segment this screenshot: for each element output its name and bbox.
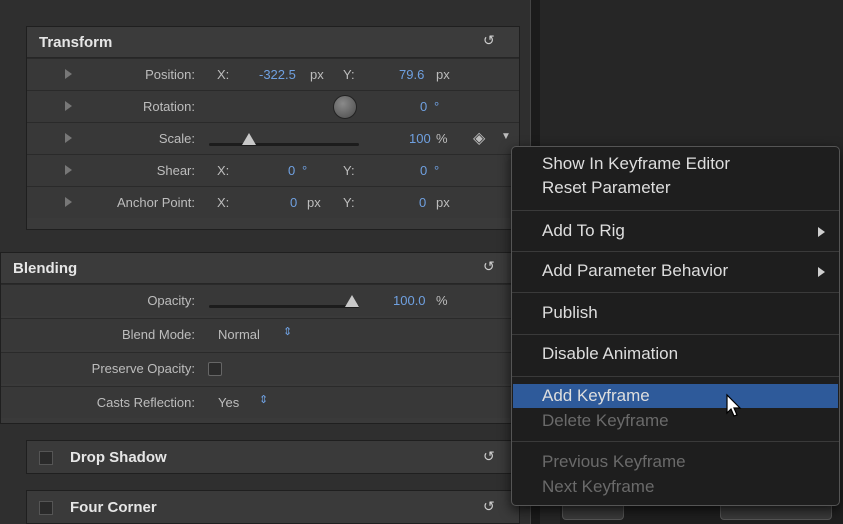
- x-label: X:: [217, 67, 230, 82]
- blend-mode-row: Blend Mode: Normal ⇕: [1, 318, 519, 350]
- anchor-x-value[interactable]: 0: [290, 195, 297, 210]
- blend-mode-label: Blend Mode:: [122, 327, 195, 342]
- reset-icon[interactable]: ↺: [483, 449, 497, 463]
- drop-shadow-section[interactable]: Drop Shadow ↺: [26, 440, 520, 474]
- y-label: Y:: [343, 163, 355, 178]
- stepper-icon[interactable]: ⇕: [259, 393, 268, 406]
- section-title: Drop Shadow: [70, 449, 167, 466]
- disclosure-triangle-icon[interactable]: [65, 133, 72, 143]
- blend-mode-value[interactable]: Normal: [218, 327, 260, 342]
- position-label: Position:: [145, 67, 195, 82]
- disclosure-triangle-icon[interactable]: [65, 101, 72, 111]
- parameter-context-menu: Show In Keyframe Editor Reset Parameter …: [511, 146, 840, 506]
- menu-separator: [512, 251, 839, 252]
- degree-unit: °: [434, 99, 440, 114]
- menu-separator: [512, 210, 839, 211]
- transform-section: Transform ↺ Position: X: -322.5 px Y: 79…: [26, 26, 520, 230]
- percent-unit: %: [436, 131, 448, 146]
- stepper-icon[interactable]: ⇕: [283, 325, 292, 338]
- unit: px: [307, 195, 321, 210]
- casts-reflection-label: Casts Reflection:: [96, 395, 195, 410]
- menu-item-previous-keyframe[interactable]: Previous Keyframe: [542, 452, 686, 472]
- opacity-row: Opacity: 100.0 %: [1, 284, 519, 316]
- y-label: Y:: [343, 195, 355, 210]
- shear-row: Shear: X: 0 ° Y: 0 °: [27, 154, 519, 186]
- menu-item-show-in-keyframe-editor[interactable]: Show In Keyframe Editor: [542, 154, 730, 174]
- submenu-arrow-icon: [818, 267, 825, 277]
- shear-y-value[interactable]: 0: [420, 163, 427, 178]
- keyframe-diamond-icon[interactable]: ◈: [473, 128, 485, 148]
- disclosure-triangle-icon[interactable]: [65, 197, 72, 207]
- position-row: Position: X: -322.5 px Y: 79.6 px: [27, 58, 519, 90]
- position-x-value[interactable]: -322.5: [259, 67, 296, 82]
- x-label: X:: [217, 195, 230, 210]
- disclosure-triangle-icon[interactable]: [65, 165, 72, 175]
- unit: px: [310, 67, 324, 82]
- animation-menu-icon[interactable]: ▼: [501, 131, 511, 142]
- scale-value[interactable]: 100: [409, 131, 431, 146]
- anchor-point-label: Anchor Point:: [116, 195, 195, 210]
- opacity-slider-thumb[interactable]: [345, 295, 359, 307]
- enable-checkbox[interactable]: [39, 451, 53, 465]
- menu-separator: [512, 376, 839, 377]
- shear-x-value[interactable]: 0: [288, 163, 295, 178]
- scale-row: Scale: 100 % ◈ ▼: [27, 122, 519, 154]
- preserve-opacity-row: Preserve Opacity:: [1, 352, 519, 384]
- unit: px: [436, 67, 450, 82]
- anchor-point-row: Anchor Point: X: 0 px Y: 0 px: [27, 186, 519, 218]
- opacity-slider-track[interactable]: [209, 305, 359, 308]
- scale-slider-track[interactable]: [209, 143, 359, 146]
- menu-item-reset-parameter[interactable]: Reset Parameter: [542, 178, 671, 198]
- menu-item-add-keyframe[interactable]: Add Keyframe: [542, 386, 650, 406]
- menu-separator: [512, 292, 839, 293]
- reset-icon[interactable]: ↺: [483, 33, 497, 47]
- section-title: Transform: [39, 34, 113, 51]
- scale-slider-thumb[interactable]: [242, 133, 256, 145]
- x-label: X:: [217, 163, 230, 178]
- preserve-opacity-checkbox[interactable]: [208, 362, 222, 376]
- menu-item-disable-animation[interactable]: Disable Animation: [542, 344, 678, 364]
- scale-label: Scale:: [158, 131, 195, 146]
- opacity-value[interactable]: 100.0: [393, 293, 426, 308]
- reset-icon[interactable]: ↺: [483, 259, 497, 273]
- casts-reflection-row: Casts Reflection: Yes ⇕: [1, 386, 519, 418]
- submenu-arrow-icon: [818, 227, 825, 237]
- reset-icon[interactable]: ↺: [483, 499, 497, 513]
- rotation-value[interactable]: 0: [420, 99, 427, 114]
- transform-header[interactable]: Transform ↺: [27, 27, 519, 58]
- menu-item-add-to-rig[interactable]: Add To Rig: [542, 221, 625, 241]
- section-title: Four Corner: [70, 499, 157, 516]
- preserve-opacity-label: Preserve Opacity:: [91, 361, 195, 376]
- shear-label: Shear:: [156, 163, 195, 178]
- blending-section: Blending ↺ Opacity: 100.0 % Blend Mode: …: [0, 252, 520, 424]
- four-corner-section[interactable]: Four Corner ↺: [26, 490, 520, 524]
- section-title: Blending: [13, 260, 78, 277]
- degree-unit: °: [302, 163, 308, 178]
- rotation-label: Rotation:: [142, 99, 195, 114]
- disclosure-triangle-icon[interactable]: [65, 69, 72, 79]
- menu-item-publish[interactable]: Publish: [542, 303, 598, 323]
- enable-checkbox[interactable]: [39, 501, 53, 515]
- anchor-y-value[interactable]: 0: [419, 195, 426, 210]
- rotation-row: Rotation: 0 °: [27, 90, 519, 122]
- menu-item-delete-keyframe[interactable]: Delete Keyframe: [542, 411, 669, 431]
- menu-item-next-keyframe[interactable]: Next Keyframe: [542, 477, 654, 497]
- degree-unit: °: [434, 163, 440, 178]
- menu-separator: [512, 441, 839, 442]
- rotation-dial[interactable]: [333, 95, 357, 119]
- blending-header[interactable]: Blending ↺: [1, 253, 519, 284]
- unit: px: [436, 195, 450, 210]
- opacity-label: Opacity:: [147, 293, 195, 308]
- mouse-cursor-icon: [726, 393, 742, 417]
- position-y-value[interactable]: 79.6: [399, 67, 424, 82]
- menu-separator: [512, 334, 839, 335]
- percent-unit: %: [436, 293, 448, 308]
- casts-reflection-value[interactable]: Yes: [218, 395, 239, 410]
- y-label: Y:: [343, 67, 355, 82]
- menu-item-add-parameter-behavior[interactable]: Add Parameter Behavior: [542, 261, 728, 281]
